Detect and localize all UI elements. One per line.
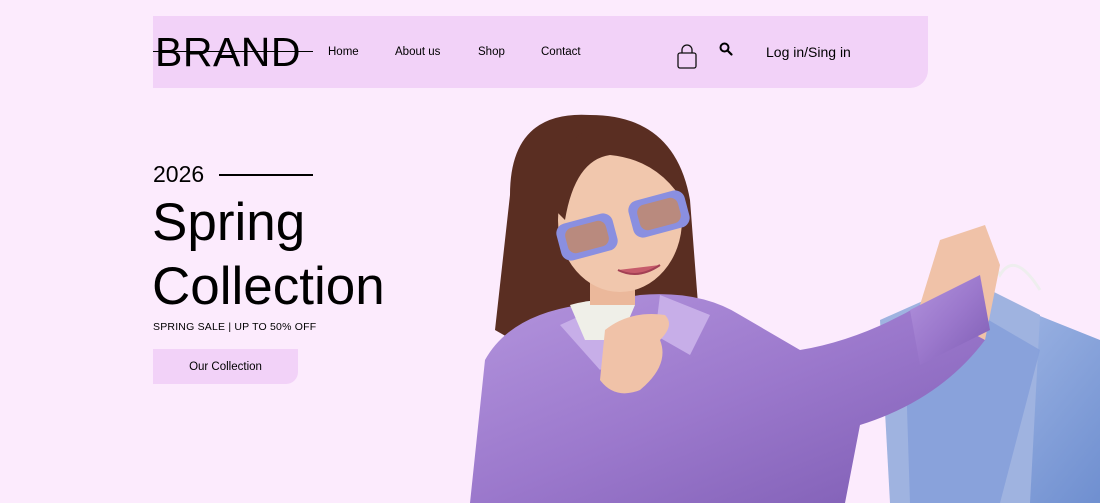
hero-year: 2026 [153, 161, 205, 187]
hero-subtitle: SPRING SALE | UP TO 50% OFF [153, 321, 317, 333]
nav-link-home[interactable]: Home [328, 46, 359, 58]
hero-title-line-1: Spring [152, 193, 306, 252]
hero-year-divider [219, 174, 314, 176]
nav-link-about[interactable]: About us [395, 46, 440, 58]
hero-year-row: 2026 [153, 160, 314, 188]
nav-link-contact[interactable]: Contact [541, 46, 581, 58]
our-collection-button[interactable]: Our Collection [153, 349, 298, 384]
hero-model-image [470, 114, 1100, 503]
login-signin-link[interactable]: Log in/Sing in [766, 44, 851, 60]
search-icon[interactable] [718, 41, 734, 57]
brand-logo[interactable]: BRAND [155, 32, 301, 73]
shopping-bag-icon[interactable] [677, 44, 697, 70]
hero-title: Spring Collection [152, 191, 385, 319]
nav-link-shop[interactable]: Shop [478, 46, 505, 58]
navbar: BRAND Home About us Shop Contact Log in/… [153, 16, 928, 88]
hero-title-line-2: Collection [152, 257, 385, 316]
logo-strike-line [153, 51, 313, 53]
